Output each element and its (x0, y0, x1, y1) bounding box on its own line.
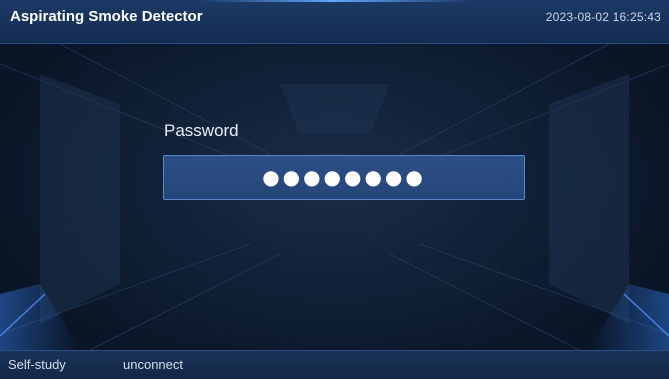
title-bar: Aspirating Smoke Detector 2023-08-02 16:… (0, 0, 669, 44)
app-title: Aspirating Smoke Detector (10, 8, 203, 25)
app-screen: Aspirating Smoke Detector 2023-08-02 16:… (0, 0, 669, 379)
status-mode-text: Self-study (8, 357, 66, 372)
status-bar: Self-study unconnect (0, 350, 669, 379)
password-input[interactable]: ●●●●●●●● (163, 155, 525, 200)
status-connection-text: unconnect (123, 357, 183, 372)
password-label: Password (164, 121, 239, 140)
date-time-display: 2023-08-02 16:25:43 (545, 10, 661, 24)
